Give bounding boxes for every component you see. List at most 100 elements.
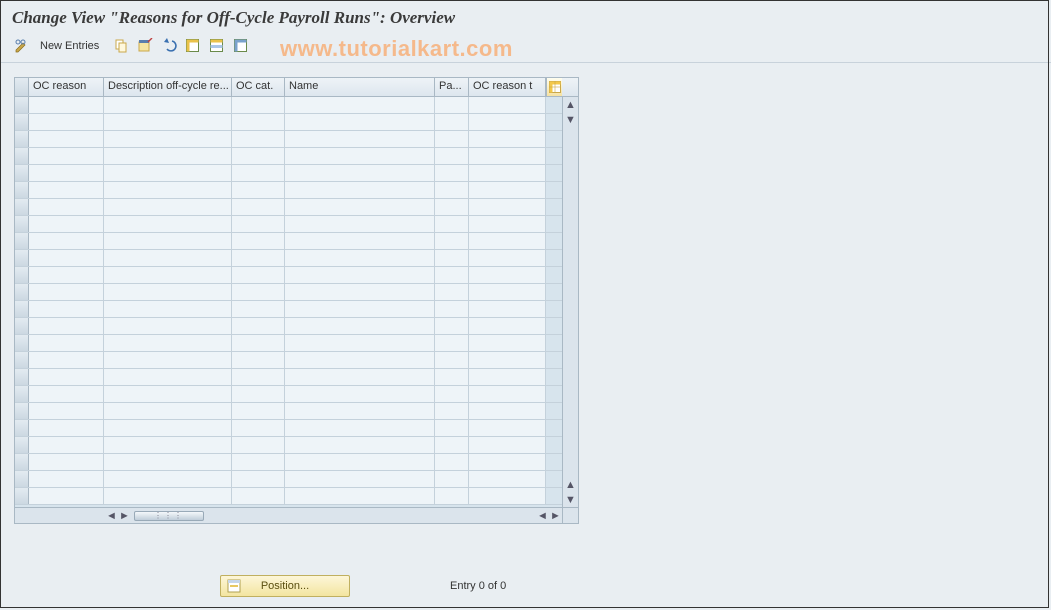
cell[interactable] [469, 233, 546, 249]
cell[interactable] [469, 182, 546, 198]
cell[interactable] [435, 318, 469, 334]
cell[interactable] [232, 165, 285, 181]
cell[interactable] [29, 165, 104, 181]
scroll-down-icon[interactable]: ▼ [563, 112, 578, 127]
scroll-left-icon[interactable]: ◄ [536, 509, 549, 522]
cell[interactable] [232, 318, 285, 334]
cell[interactable] [435, 335, 469, 351]
row-selector[interactable] [15, 318, 29, 334]
cell[interactable] [104, 403, 232, 419]
cell[interactable] [232, 199, 285, 215]
table-row[interactable] [15, 454, 562, 471]
cell[interactable] [469, 250, 546, 266]
undo-button[interactable] [159, 36, 179, 56]
row-selector[interactable] [15, 131, 29, 147]
cell[interactable] [29, 471, 104, 487]
cell[interactable] [104, 318, 232, 334]
row-selector[interactable] [15, 386, 29, 402]
cell[interactable] [29, 267, 104, 283]
table-row[interactable] [15, 148, 562, 165]
cell[interactable] [469, 420, 546, 436]
cell[interactable] [232, 114, 285, 130]
column-header-oc-reason[interactable]: OC reason [29, 78, 104, 96]
row-selector[interactable] [15, 148, 29, 164]
cell[interactable] [435, 233, 469, 249]
cell[interactable] [435, 199, 469, 215]
cell[interactable] [29, 352, 104, 368]
cell[interactable] [435, 471, 469, 487]
cell[interactable] [29, 318, 104, 334]
table-settings-button[interactable] [546, 78, 562, 96]
cell[interactable] [285, 454, 435, 470]
scroll-up-icon[interactable]: ▲ [563, 477, 578, 492]
row-selector[interactable] [15, 335, 29, 351]
row-selector[interactable] [15, 301, 29, 317]
cell[interactable] [285, 148, 435, 164]
cell[interactable] [104, 335, 232, 351]
select-block-button[interactable] [207, 36, 227, 56]
cell[interactable] [435, 267, 469, 283]
cell[interactable] [469, 148, 546, 164]
row-selector[interactable] [15, 233, 29, 249]
cell[interactable] [285, 318, 435, 334]
cell[interactable] [29, 335, 104, 351]
cell[interactable] [469, 216, 546, 232]
cell[interactable] [232, 335, 285, 351]
cell[interactable] [285, 165, 435, 181]
cell[interactable] [285, 471, 435, 487]
row-selector[interactable] [15, 182, 29, 198]
select-all-button[interactable] [183, 36, 203, 56]
scroll-up-icon[interactable]: ▲ [563, 97, 578, 112]
table-row[interactable] [15, 216, 562, 233]
cell[interactable] [29, 454, 104, 470]
cell[interactable] [29, 114, 104, 130]
cell[interactable] [29, 420, 104, 436]
cell[interactable] [232, 301, 285, 317]
cell[interactable] [232, 403, 285, 419]
cell[interactable] [29, 488, 104, 504]
cell[interactable] [104, 386, 232, 402]
table-row[interactable] [15, 403, 562, 420]
cell[interactable] [232, 454, 285, 470]
cell[interactable] [435, 420, 469, 436]
cell[interactable] [469, 267, 546, 283]
column-header-description[interactable]: Description off-cycle re... [104, 78, 232, 96]
cell[interactable] [104, 454, 232, 470]
scroll-down-icon[interactable]: ▼ [563, 492, 578, 507]
cell[interactable] [232, 148, 285, 164]
cell[interactable] [285, 97, 435, 113]
column-header-oc-reason-t[interactable]: OC reason t [469, 78, 546, 96]
cell[interactable] [435, 386, 469, 402]
cell[interactable] [29, 403, 104, 419]
cell[interactable] [232, 352, 285, 368]
cell[interactable] [469, 352, 546, 368]
cell[interactable] [469, 114, 546, 130]
cell[interactable] [104, 114, 232, 130]
cell[interactable] [435, 301, 469, 317]
cell[interactable] [469, 335, 546, 351]
cell[interactable] [104, 437, 232, 453]
cell[interactable] [469, 284, 546, 300]
cell[interactable] [435, 437, 469, 453]
cell[interactable] [29, 233, 104, 249]
cell[interactable] [469, 318, 546, 334]
cell[interactable] [29, 284, 104, 300]
copy-as-button[interactable] [111, 36, 131, 56]
cell[interactable] [285, 131, 435, 147]
table-row[interactable] [15, 131, 562, 148]
cell[interactable] [104, 148, 232, 164]
cell[interactable] [285, 267, 435, 283]
cell[interactable] [104, 199, 232, 215]
row-selector[interactable] [15, 369, 29, 385]
cell[interactable] [104, 216, 232, 232]
column-header-name[interactable]: Name [285, 78, 435, 96]
cell[interactable] [232, 182, 285, 198]
cell[interactable] [104, 165, 232, 181]
cell[interactable] [104, 250, 232, 266]
cell[interactable] [29, 437, 104, 453]
cell[interactable] [232, 131, 285, 147]
cell[interactable] [285, 233, 435, 249]
cell[interactable] [232, 386, 285, 402]
cell[interactable] [435, 369, 469, 385]
cell[interactable] [29, 131, 104, 147]
